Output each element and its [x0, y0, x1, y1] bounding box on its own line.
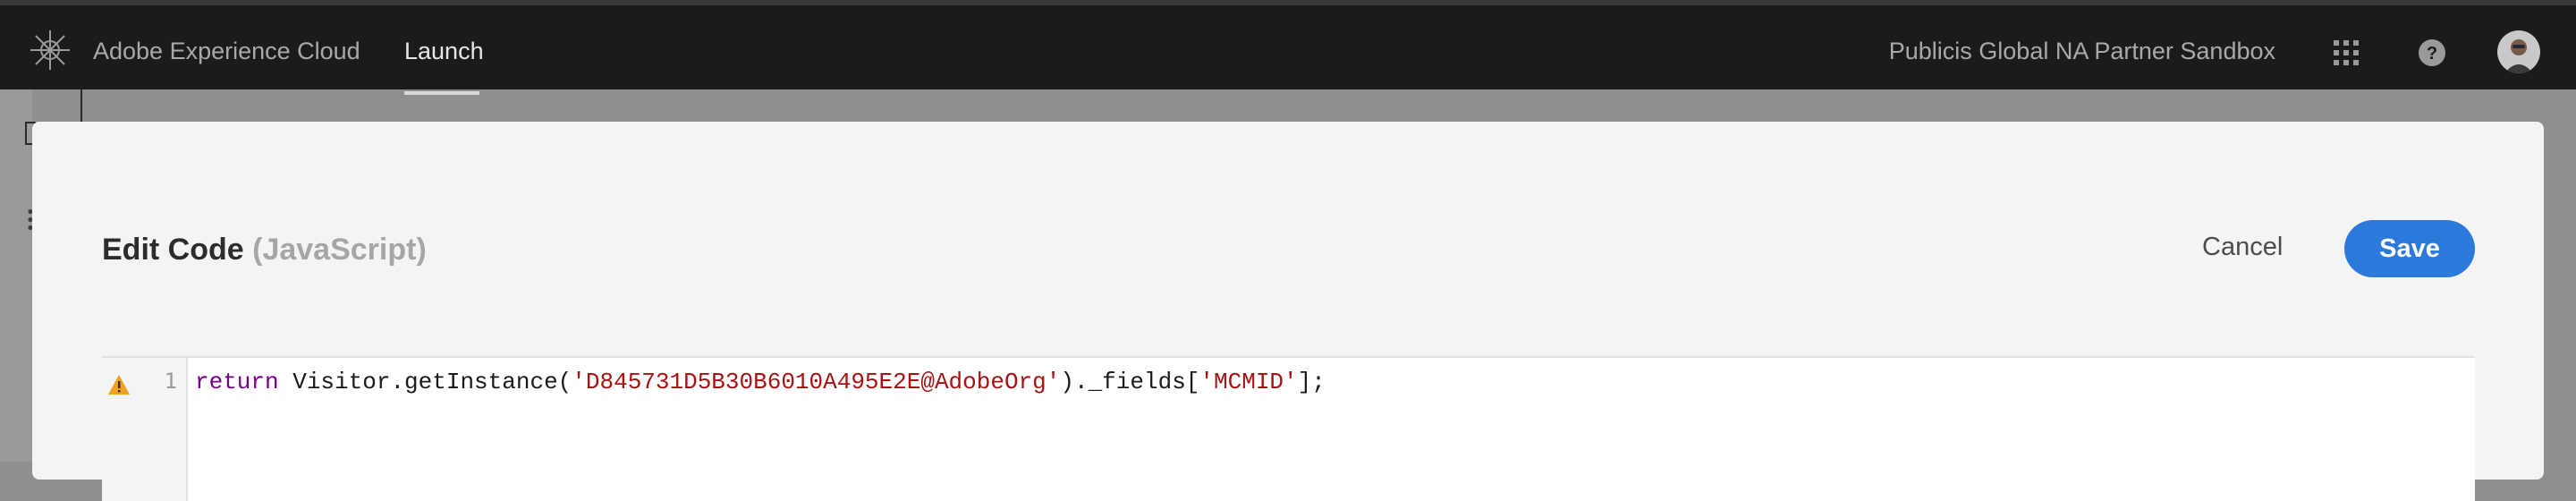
line-number: 1: [164, 369, 177, 394]
code-editor[interactable]: 1 return Visitor.getInstance('D845731D5B…: [102, 356, 2475, 501]
nav-tab-launch[interactable]: Launch: [404, 38, 484, 65]
help-icon[interactable]: ?: [2418, 38, 2446, 67]
top-navigation-bar: Adobe Experience Cloud Launch Publicis G…: [0, 0, 2576, 95]
code-field-key-string: 'MCMID': [1199, 369, 1298, 395]
active-tab-indicator: [404, 91, 479, 95]
dialog-language-label: (JavaScript): [252, 233, 427, 267]
brand-name[interactable]: Adobe Experience Cloud: [93, 38, 360, 65]
save-button[interactable]: Save: [2344, 220, 2475, 277]
warning-icon[interactable]: [107, 374, 131, 395]
apps-grid-icon[interactable]: [2333, 39, 2360, 66]
svg-text:?: ?: [2427, 44, 2437, 64]
code-line[interactable]: return Visitor.getInstance('D845731D5B30…: [195, 369, 1326, 395]
editor-gutter: 1: [102, 358, 188, 501]
code-call: Visitor.getInstance(: [278, 369, 572, 395]
org-switcher[interactable]: Publicis Global NA Partner Sandbox: [1889, 38, 2275, 65]
dialog-title: Edit Code (JavaScript): [102, 233, 427, 267]
edit-code-dialog: Edit Code (JavaScript) Cancel Save 1 ret…: [32, 122, 2544, 501]
background-divider: [80, 89, 82, 122]
background-page: [0, 89, 32, 462]
cancel-button[interactable]: Cancel: [2202, 233, 2283, 262]
avatar[interactable]: [2497, 30, 2540, 73]
code-org-id-string: 'D845731D5B30B6010A495E2E@AdobeOrg': [572, 369, 1061, 395]
code-fields-access: )._fields[: [1060, 369, 1200, 395]
adobe-logo-icon[interactable]: [27, 27, 73, 73]
code-keyword: return: [195, 369, 279, 395]
code-end: ];: [1297, 369, 1326, 395]
dialog-title-text: Edit Code: [102, 233, 244, 267]
